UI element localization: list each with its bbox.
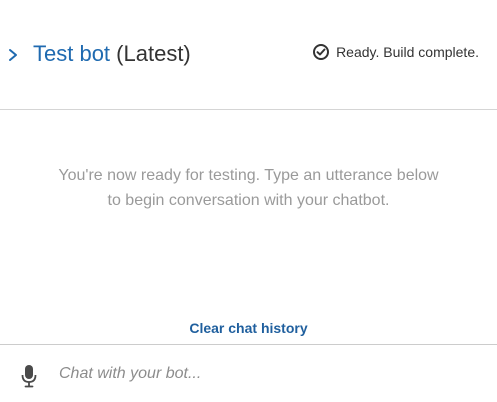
panel-title: Test bot (Latest): [33, 40, 191, 68]
test-bot-panel: Test bot (Latest) Ready. Build complete.…: [0, 0, 497, 402]
empty-message-line-2: to begin conversation with your chatbot.: [107, 192, 390, 209]
clear-chat-history-button[interactable]: Clear chat history: [0, 320, 497, 336]
chat-input-bar: [0, 344, 497, 402]
microphone-icon[interactable]: [21, 364, 37, 388]
chat-input[interactable]: [55, 359, 483, 389]
empty-conversation-message: You're now ready for testing. Type an ut…: [0, 163, 497, 213]
bot-name-link[interactable]: Test bot: [33, 41, 110, 66]
empty-message-line-1: You're now ready for testing. Type an ut…: [58, 167, 439, 184]
check-circle-icon: [312, 43, 330, 61]
panel-header: Test bot (Latest) Ready. Build complete.: [0, 0, 497, 110]
chevron-right-icon[interactable]: [4, 44, 22, 66]
build-status-text: Ready. Build complete.: [336, 44, 479, 60]
bot-version-label: (Latest): [116, 41, 191, 66]
build-status: Ready. Build complete.: [312, 43, 479, 61]
